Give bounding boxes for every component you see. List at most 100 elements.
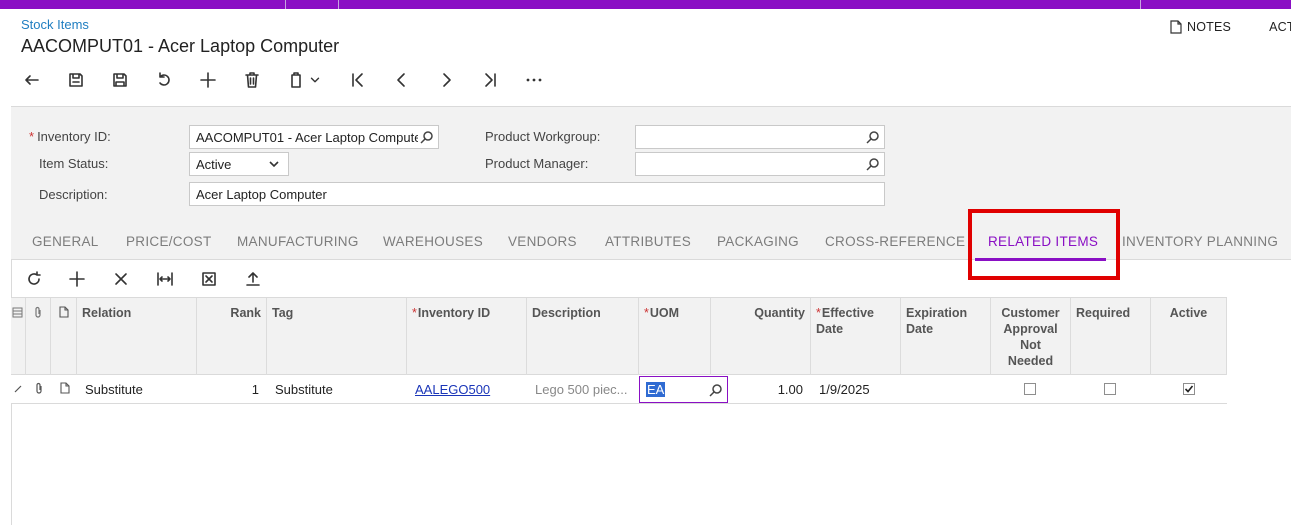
undo-button[interactable] [20, 68, 44, 92]
inventory-id-field[interactable]: AACOMPUT01 - Acer Laptop Computer [189, 125, 439, 149]
attachments-header [26, 298, 51, 376]
column-header-relation[interactable]: Relation [77, 298, 197, 376]
product-workgroup-label: Product Workgroup: [485, 129, 601, 144]
column-header-required[interactable]: Required [1071, 298, 1151, 376]
item-status-select[interactable]: Active [189, 152, 289, 176]
inventory-id-value: AACOMPUT01 - Acer Laptop Computer [196, 130, 418, 145]
fit-to-width-icon [157, 272, 173, 286]
save-close-button[interactable] [64, 68, 88, 92]
table-row[interactable]: Substitute 1 Substitute AALEGO500 Lego 5… [11, 375, 1227, 404]
column-header-tag[interactable]: Tag [267, 298, 407, 376]
fit-columns-button[interactable] [153, 267, 177, 291]
column-header-quantity-label: Quantity [754, 306, 805, 320]
description-label: Description: [39, 187, 108, 202]
tab-price-cost[interactable]: PRICE/COST [126, 234, 212, 249]
tab-warehouses[interactable]: WAREHOUSES [383, 234, 483, 249]
last-record-button[interactable] [478, 68, 502, 92]
chevron-down-icon [310, 77, 320, 83]
uom-value: EA [646, 382, 666, 397]
column-header-quantity[interactable]: Quantity [711, 298, 811, 376]
copy-paste-dropdown[interactable] [308, 68, 322, 92]
search-icon[interactable] [420, 130, 434, 147]
save-icon [113, 73, 127, 87]
more-icon [526, 78, 542, 82]
cell-quantity[interactable]: 1.00 [711, 375, 811, 404]
item-status-label: Item Status: [39, 156, 109, 171]
row-attachment[interactable] [26, 375, 51, 404]
highlight-box [968, 209, 1120, 280]
note-icon [1170, 20, 1182, 34]
first-record-button[interactable] [346, 68, 370, 92]
column-header-inventory-id-label: Inventory ID [417, 306, 491, 320]
cell-expiration-date[interactable] [901, 375, 991, 404]
tab-cross-reference[interactable]: CROSS-REFERENCE [825, 234, 965, 249]
tab-inventory-planning[interactable]: INVENTORY PLANNING [1122, 234, 1278, 249]
column-header-customer-approval[interactable]: Customer Approval Not Needed [991, 298, 1071, 376]
add-button[interactable] [196, 68, 220, 92]
column-header-expiration-date[interactable]: Expiration Date [901, 298, 991, 376]
delete-row-button[interactable] [109, 267, 133, 291]
paperclip-icon [35, 306, 41, 318]
notes-button[interactable]: NOTES [1170, 20, 1231, 34]
column-header-effective-date[interactable]: *Effective Date [811, 298, 901, 376]
search-icon[interactable] [866, 130, 880, 147]
required-checkbox[interactable] [1104, 383, 1116, 395]
refresh-button[interactable] [22, 267, 46, 291]
cell-tag[interactable]: Substitute [267, 375, 407, 404]
paperclip-icon [36, 382, 42, 394]
add-icon [200, 72, 216, 88]
previous-record-icon [397, 73, 405, 87]
column-header-rank[interactable]: Rank [197, 298, 267, 376]
tab-general[interactable]: GENERAL [32, 234, 99, 249]
column-header-rank-label: Rank [230, 306, 261, 320]
column-header-description[interactable]: Description [527, 298, 639, 376]
column-header-uom-label: UOM [649, 306, 680, 320]
cancel-button[interactable] [152, 68, 176, 92]
top-bar [0, 0, 1291, 9]
column-settings-icon[interactable] [12, 307, 23, 318]
note-icon [60, 382, 70, 394]
tab-packaging[interactable]: PACKAGING [717, 234, 799, 249]
required-marker: * [412, 306, 417, 320]
activities-button[interactable]: ACTIV [1269, 20, 1291, 34]
tab-vendors[interactable]: VENDORS [508, 234, 577, 249]
next-record-button[interactable] [434, 68, 458, 92]
undo-icon [25, 75, 39, 85]
column-header-tag-label: Tag [272, 306, 294, 320]
add-row-button[interactable] [65, 267, 89, 291]
product-workgroup-field[interactable] [635, 125, 885, 149]
active-checkbox[interactable] [1183, 383, 1195, 395]
cell-inventory-id-link[interactable]: AALEGO500 [407, 375, 527, 404]
cell-rank[interactable]: 1 [197, 375, 267, 404]
copy-paste-button[interactable] [284, 68, 308, 92]
column-header-active-label: Active [1169, 306, 1208, 320]
description-field[interactable]: Acer Laptop Computer [189, 182, 885, 206]
tab-manufacturing[interactable]: MANUFACTURING [237, 234, 359, 249]
top-links: NOTES ACTIV [1170, 20, 1291, 34]
export-excel-button[interactable] [197, 267, 221, 291]
required-marker: * [644, 306, 649, 320]
save-button[interactable] [108, 68, 132, 92]
column-header-active[interactable]: Active [1151, 298, 1227, 376]
column-header-inventory-id[interactable]: *Inventory ID [407, 298, 527, 376]
previous-record-button[interactable] [390, 68, 414, 92]
inventory-id-label-text: Inventory ID: [37, 129, 111, 144]
delete-button[interactable] [240, 68, 264, 92]
next-record-icon [443, 73, 451, 87]
required-marker: * [29, 129, 35, 144]
cell-description[interactable]: Lego 500 piec... [527, 375, 639, 404]
search-icon[interactable] [866, 157, 880, 174]
first-record-icon [352, 73, 363, 87]
note-icon [59, 306, 69, 318]
cell-effective-date[interactable]: 1/9/2025 [811, 375, 901, 404]
cell-relation[interactable]: Substitute [77, 375, 197, 404]
upload-button[interactable] [241, 267, 265, 291]
row-note[interactable] [51, 375, 77, 404]
breadcrumb[interactable]: Stock Items [21, 17, 89, 32]
delete-icon [245, 72, 259, 88]
tab-attributes[interactable]: ATTRIBUTES [605, 234, 691, 249]
more-button[interactable] [522, 68, 546, 92]
product-manager-field[interactable] [635, 152, 885, 176]
customer-approval-checkbox[interactable] [1024, 383, 1036, 395]
column-header-uom[interactable]: *UOM [639, 298, 711, 376]
